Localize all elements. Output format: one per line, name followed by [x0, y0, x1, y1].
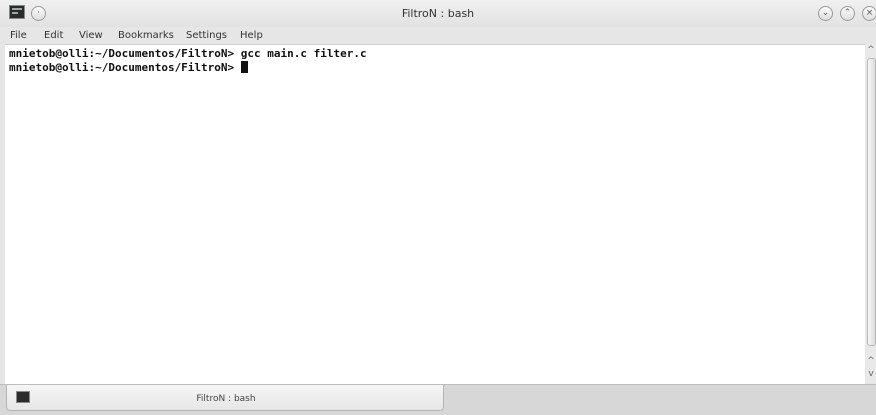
scroll-up-icon[interactable]: ^ — [866, 44, 876, 56]
menu-settings[interactable]: Settings — [186, 27, 227, 44]
menu-file[interactable]: File — [10, 27, 27, 44]
terminal-area[interactable]: mnietob@olli:~/Documentos/FiltroN> gcc m… — [5, 44, 865, 384]
konsole-window: · FiltroN : bash ⌄ ⌃ × File Edit View Bo… — [0, 0, 876, 415]
scroll-down-icon[interactable]: v — [866, 368, 876, 380]
text-cursor — [240, 61, 248, 73]
terminal-prompt-line: mnietob@olli:~/Documentos/FiltroN> — [9, 61, 248, 74]
terminal-prompt-text: mnietob@olli:~/Documentos/FiltroN> — [9, 61, 241, 74]
menu-help[interactable]: Help — [240, 27, 263, 44]
menu-view[interactable]: View — [79, 27, 103, 44]
minimize-icon[interactable]: ⌄ — [818, 6, 833, 21]
terminal-line: mnietob@olli:~/Documentos/FiltroN> gcc m… — [9, 47, 367, 60]
scrollbar-thumb[interactable] — [867, 58, 876, 346]
vertical-scrollbar[interactable]: ^ ^ v — [866, 44, 876, 383]
tab-bar: FiltroN : bash — [0, 384, 876, 415]
terminal-line-text: mnietob@olli:~/Documentos/FiltroN> gcc m… — [9, 47, 367, 60]
tab-session[interactable]: FiltroN : bash — [6, 385, 444, 411]
window-title: FiltroN : bash — [401, 7, 475, 20]
tab-label: FiltroN : bash — [196, 394, 256, 404]
maximize-icon[interactable]: ⌃ — [840, 6, 855, 21]
menu-edit[interactable]: Edit — [44, 27, 63, 44]
title-bar[interactable]: · FiltroN : bash ⌄ ⌃ × — [0, 0, 876, 27]
scroll-up-icon[interactable]: ^ — [866, 355, 876, 367]
menu-bar: File Edit View Bookmarks Settings Help — [0, 27, 876, 44]
close-icon[interactable]: × — [862, 6, 876, 21]
menu-bookmarks[interactable]: Bookmarks — [118, 27, 174, 44]
